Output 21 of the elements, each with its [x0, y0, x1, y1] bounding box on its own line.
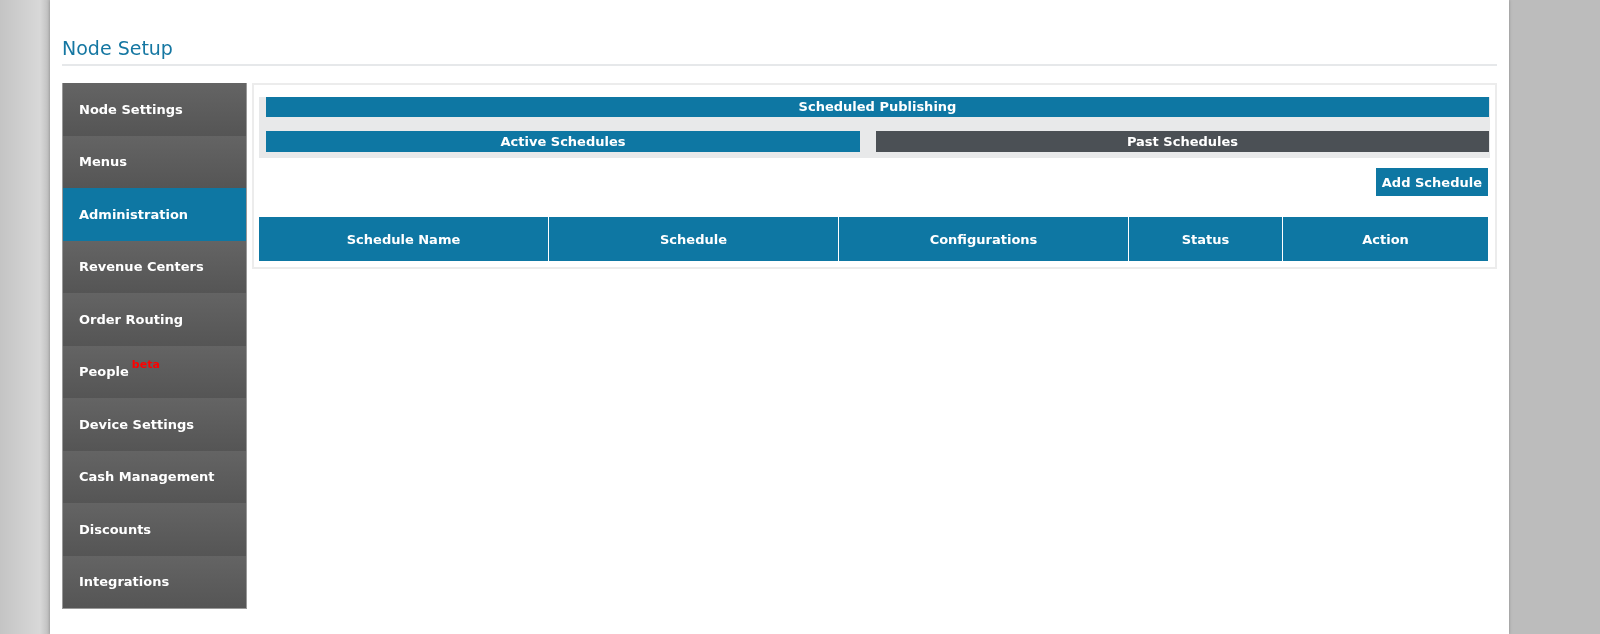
sidebar-item[interactable]: People beta: [63, 345, 246, 398]
sidebar-item[interactable]: Device Settings: [63, 398, 246, 451]
column-header: Schedule Name: [259, 217, 549, 261]
sidebar-item[interactable]: Revenue Centers: [63, 240, 246, 293]
sidebar-item[interactable]: Order Routing: [63, 293, 246, 346]
sidebar-item[interactable]: Administration: [63, 188, 246, 241]
section-header: Scheduled Publishing: [266, 97, 1489, 117]
sidebar-item[interactable]: Integrations: [63, 555, 246, 608]
sidebar-item[interactable]: Menus: [63, 135, 246, 188]
column-header: Schedule: [549, 217, 839, 261]
tab[interactable]: Active Schedules: [266, 131, 860, 152]
column-header: Status: [1129, 217, 1283, 261]
column-header: Action: [1283, 217, 1488, 261]
tab[interactable]: Past Schedules: [876, 131, 1489, 152]
add-schedule-button[interactable]: Add Schedule: [1375, 168, 1488, 196]
page-title: Node Setup: [62, 36, 173, 60]
column-header: Configurations: [839, 217, 1129, 261]
sidebar-item[interactable]: Cash Management: [63, 450, 246, 503]
beta-label: beta: [131, 358, 160, 372]
sidebar-item[interactable]: Discounts: [63, 503, 246, 556]
sidebar-item[interactable]: Node Settings: [63, 83, 246, 136]
